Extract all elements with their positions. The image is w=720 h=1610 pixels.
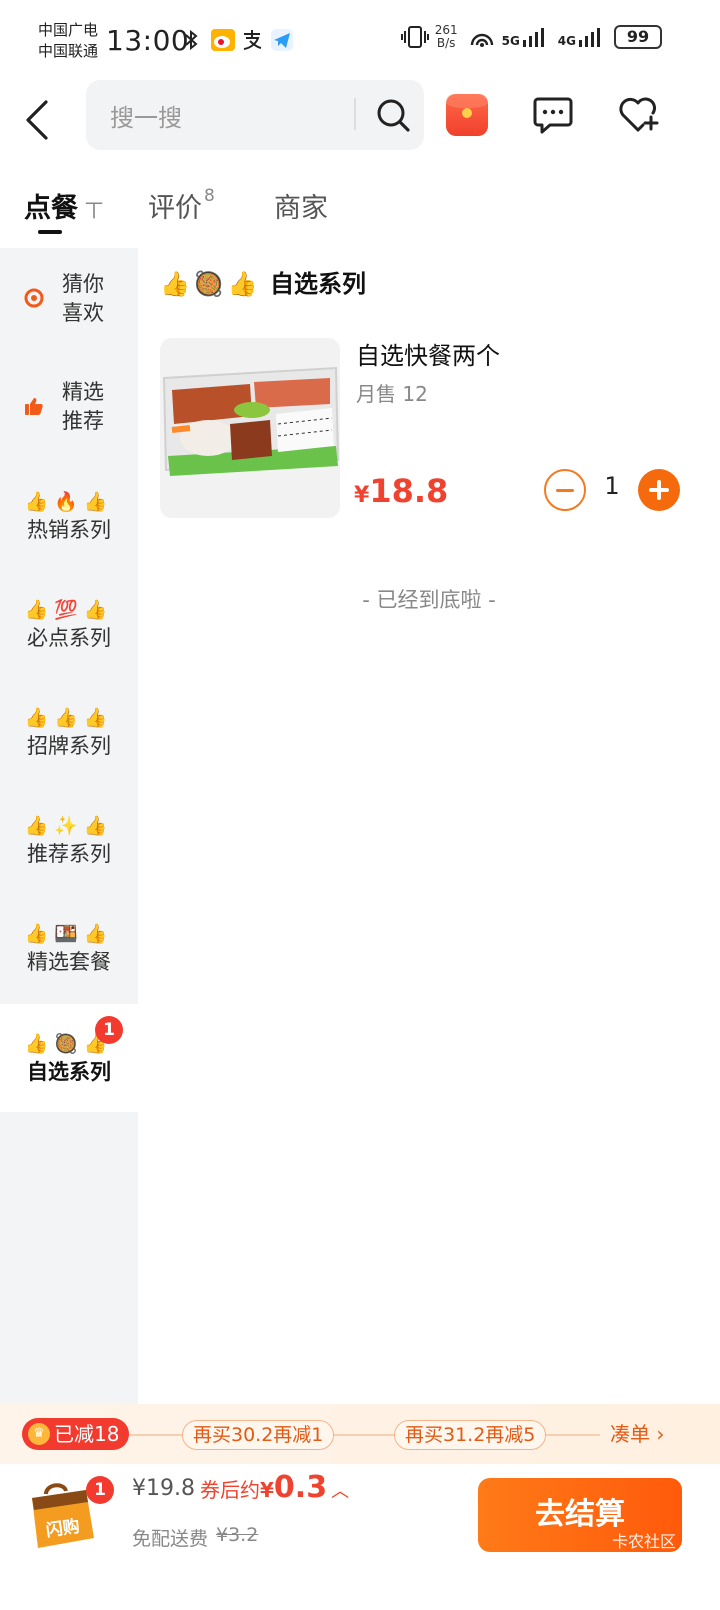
sidebar-item-label: 推荐系列 bbox=[27, 842, 111, 866]
sidebar-item-emoji: 👍💯👍 bbox=[24, 599, 114, 621]
signal-5g-icon: 5G bbox=[502, 26, 548, 48]
network-speed: 261 B/s bbox=[434, 23, 458, 50]
sidebar-item-featured[interactable]: 精选 推荐 bbox=[0, 378, 138, 438]
heart-plus-icon bbox=[619, 97, 659, 132]
status-bar: 中国广电 中国联通 13:00 261 B/s 5G 4G 99 bbox=[0, 0, 720, 80]
chevron-left-icon bbox=[26, 100, 48, 140]
sidebar-item-emoji: 👍🔥👍 bbox=[24, 491, 114, 513]
signal-4g-icon: 4G bbox=[558, 26, 604, 48]
tab-reviews[interactable]: 评价 8 bbox=[148, 186, 215, 225]
thumbs-up-icon bbox=[25, 398, 43, 415]
red-packet-coin bbox=[462, 108, 472, 118]
sidebar-item-signature[interactable]: 👍👍👍 招牌系列 bbox=[0, 704, 138, 760]
increase-quantity-button[interactable] bbox=[638, 469, 680, 511]
hotspot-icon bbox=[468, 25, 493, 49]
sidebar-item-label: 精选套餐 bbox=[27, 950, 111, 974]
discount-achieved-label: 已减18 bbox=[54, 1422, 120, 1446]
sidebar-item-hot-sale[interactable]: 👍🔥👍 热销系列 bbox=[0, 488, 138, 544]
decrease-quantity-button[interactable] bbox=[544, 469, 586, 511]
sidebar-item-must-order[interactable]: 👍💯👍 必点系列 bbox=[0, 596, 138, 652]
battery-indicator: 99 bbox=[614, 25, 662, 49]
sidebar-item-label: 必点系列 bbox=[27, 626, 111, 650]
tab-reviews-label: 评价 bbox=[148, 193, 202, 224]
delivery-fee-original: ¥3.2 bbox=[216, 1524, 259, 1546]
notification-icons bbox=[180, 28, 294, 52]
vibrate-icon bbox=[400, 25, 429, 49]
discount-achieved-badge: ♛ 已减18 bbox=[22, 1418, 130, 1450]
section-title: 👍🥘👍 自选系列 bbox=[160, 264, 366, 299]
search-divider bbox=[354, 98, 356, 130]
product-name[interactable]: 自选快餐两个 bbox=[356, 336, 500, 371]
cart-total-price: ¥19.8 bbox=[132, 1476, 195, 1501]
discount-tier-1: 再买30.2再减1 bbox=[182, 1420, 335, 1450]
message-button[interactable] bbox=[532, 94, 574, 136]
chevron-up-icon: ︿ bbox=[331, 1481, 350, 1502]
tab-order-label: 点餐 bbox=[24, 193, 78, 224]
watermark: 卡农社区 bbox=[612, 1532, 677, 1551]
after-coupon-label: 券后约 bbox=[200, 1478, 260, 1502]
discount-tier-2: 再买31.2再减5 bbox=[394, 1420, 547, 1450]
alipay-icon bbox=[240, 28, 264, 52]
sidebar-item-label: 热销系列 bbox=[27, 518, 111, 542]
currency-symbol: ¥ bbox=[260, 1478, 274, 1502]
sidebar-item-emoji: 👍👍👍 bbox=[24, 707, 114, 729]
sidebar-item-label: 招牌系列 bbox=[27, 734, 111, 758]
sidebar-item-label: 猜你 喜欢 bbox=[62, 272, 104, 325]
sidebar-item-label: 自选系列 bbox=[27, 1060, 111, 1084]
back-button[interactable] bbox=[20, 98, 60, 142]
sidebar-item-set-meals[interactable]: 👍🍱👍 精选套餐 bbox=[0, 920, 138, 976]
quantity-value: 1 bbox=[604, 472, 620, 500]
red-packet-button[interactable] bbox=[446, 94, 488, 136]
target-icon bbox=[24, 288, 44, 308]
review-count: 8 bbox=[204, 186, 215, 206]
sidebar-item-emoji: 👍🍱👍 bbox=[24, 923, 114, 945]
product-monthly-sales: 月售 12 bbox=[356, 382, 428, 406]
sidebar-item-label: 精选 推荐 bbox=[62, 380, 104, 433]
add-on-items-link[interactable]: 凑单 › bbox=[610, 1420, 664, 1448]
weibo-icon bbox=[210, 28, 235, 52]
carrier-2: 中国联通 bbox=[38, 42, 99, 60]
currency-symbol: ¥ bbox=[354, 483, 370, 508]
sort-pin-icon: ㄒ bbox=[84, 198, 104, 222]
bluetooth-icon bbox=[180, 28, 204, 52]
sidebar-cart-count-badge: 1 bbox=[95, 1016, 123, 1044]
chat-bubble-icon bbox=[533, 97, 573, 134]
delivery-fee-label: 免配送费 bbox=[132, 1528, 209, 1550]
sidebar-item-emoji: 👍✨👍 bbox=[24, 815, 114, 837]
clock: 13:00 bbox=[106, 24, 190, 57]
after-coupon-value: 0.3 bbox=[273, 1470, 328, 1505]
carrier-1: 中国广电 bbox=[38, 21, 99, 39]
search-placeholder: 搜一搜 bbox=[110, 104, 182, 132]
favorite-button[interactable] bbox=[616, 94, 660, 136]
search-input[interactable]: 搜一搜 bbox=[86, 80, 424, 150]
cart-count-badge: 1 bbox=[86, 1476, 114, 1504]
sidebar-item-guess-you-like[interactable]: 猜你 喜欢 bbox=[0, 270, 138, 330]
sidebar-item-recommended[interactable]: 👍✨👍 推荐系列 bbox=[0, 812, 138, 868]
carrier-names: 中国广电 中国联通 bbox=[38, 20, 98, 62]
tab-order[interactable]: 点餐ㄒ bbox=[24, 186, 104, 225]
price-value: 18.8 bbox=[369, 472, 449, 510]
search-icon[interactable] bbox=[374, 96, 412, 134]
product-image[interactable] bbox=[160, 338, 340, 518]
end-of-list-text: - 已经到底啦 - bbox=[362, 588, 496, 612]
section-title-text: 自选系列 bbox=[270, 270, 367, 298]
section-emoji: 👍🥘👍 bbox=[160, 270, 262, 298]
tab-merchant-label: 商家 bbox=[274, 193, 328, 224]
red-packet-icon bbox=[446, 94, 488, 108]
after-coupon-price[interactable]: 券后约¥0.3 ︿ bbox=[200, 1470, 349, 1505]
crown-icon: ♛ bbox=[28, 1423, 50, 1445]
product-price: ¥18.8 bbox=[354, 472, 448, 510]
tab-merchant[interactable]: 商家 bbox=[274, 186, 328, 225]
bento-box-illustration bbox=[160, 338, 340, 518]
system-icons: 261 B/s 5G 4G 99 bbox=[400, 23, 662, 50]
tab-active-indicator bbox=[38, 230, 62, 234]
telegram-icon bbox=[270, 28, 294, 52]
